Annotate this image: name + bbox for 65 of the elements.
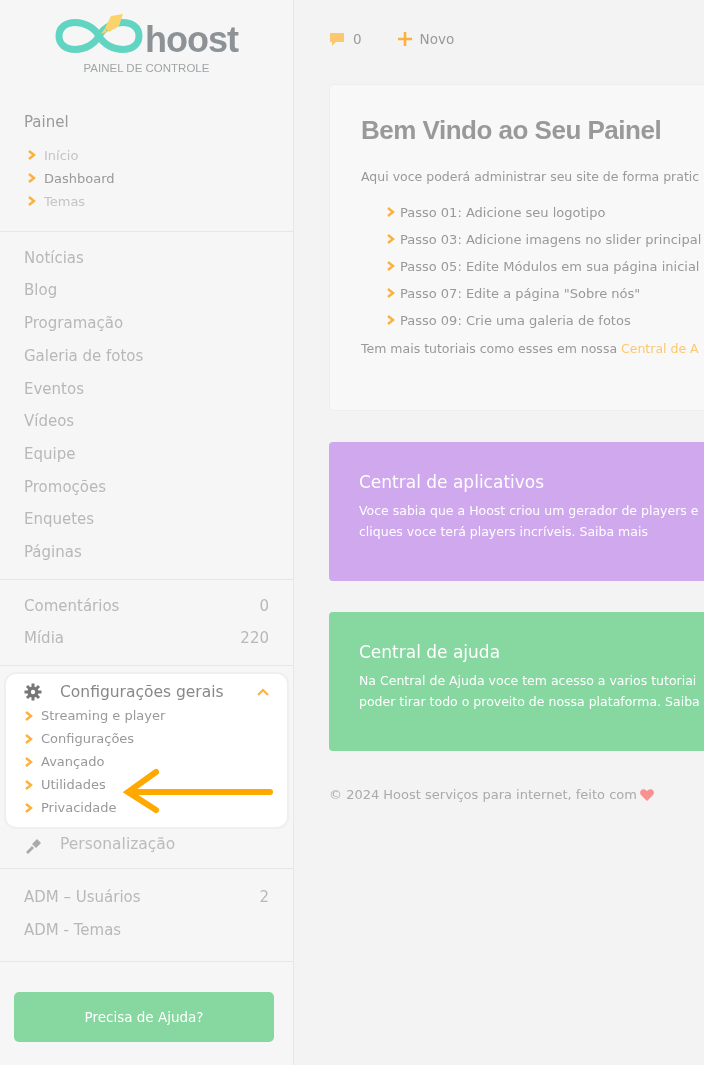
comment-count: 0 [353, 29, 362, 49]
chevron-icon [386, 315, 395, 326]
menu-item[interactable]: Equipe [24, 437, 76, 471]
chevron-icon [24, 710, 33, 721]
chevron-icon [27, 173, 36, 184]
tutorials-text: Tem mais tutoriais como esses em nossa Central de A [361, 339, 700, 358]
step-item[interactable]: Passo 03: Adicione imagens no slider principal [361, 225, 704, 253]
submenu-item[interactable]: Streaming e player [24, 704, 269, 728]
welcome-title: Bem Vindo ao Seu Painel [361, 115, 663, 147]
submenu-item[interactable]: Configurações [24, 727, 269, 751]
plus-icon [397, 32, 412, 46]
chevron-icon [386, 234, 395, 245]
menu-item[interactable]: Eventos [24, 372, 84, 406]
menu-item[interactable]: ADM - Temas [24, 914, 122, 947]
help-center-link[interactable]: Central de A [621, 340, 699, 356]
menu-item[interactable]: Vídeos [24, 405, 75, 438]
chevron-icon [24, 733, 33, 744]
chevron-icon [386, 207, 395, 218]
comment-icon [329, 31, 345, 47]
footer-text: © 2024 Hoost serviços para internet, feito com [329, 786, 637, 804]
menu-item[interactable]: Personalização [60, 833, 269, 857]
menu-item[interactable]: Promoções [24, 470, 107, 504]
card-text: Na Central de Ajuda voce tem acesso a varios tutoriai [359, 672, 698, 691]
card-title: Central de ajuda [359, 642, 502, 663]
menu-item[interactable]: ADM – Usuários [24, 881, 141, 915]
chevron-icon [24, 756, 33, 767]
chevron-icon [27, 196, 36, 207]
menu-item[interactable]: Blog [24, 274, 58, 308]
logo-wordmark: hoost [145, 22, 238, 58]
step-item[interactable]: Passo 09: Crie uma galeria de fotos [361, 306, 704, 334]
intro-text: Aqui voce poderá administrar seu site de forma pratic [361, 168, 701, 187]
submenu-item[interactable]: Privacidade [24, 796, 269, 820]
menu-item[interactable]: Galeria de fotos [24, 339, 144, 373]
chevron-icon [27, 150, 36, 161]
step-item[interactable]: Passo 05: Edite Módulos em sua página inicial [361, 252, 704, 280]
card-text: Voce sabia que a Hoost criou um gerador de players e [359, 502, 700, 521]
card-title: Central de aplicativos [359, 472, 546, 493]
menu-item[interactable]: Notícias [24, 241, 84, 275]
submenu-item[interactable]: Utilidades [24, 773, 269, 797]
menu-item[interactable]: Enquetes [24, 503, 95, 537]
card-text: poder tirar todo o proveito de nossa plataforma. Saiba [359, 693, 701, 712]
logo-subtitle: PAINEL DE CONTROLE [83, 61, 210, 76]
section-title: Painel [24, 112, 70, 134]
chevron-icon [24, 779, 33, 790]
submenu-item[interactable]: Avançado [24, 750, 269, 774]
menu-item[interactable]: Páginas [24, 536, 82, 569]
step-item[interactable]: Passo 07: Edite a página "Sobre nós" [361, 279, 704, 307]
count-label: 2 [259, 887, 269, 909]
chevron-icon [386, 288, 395, 299]
count-label: 220 [240, 628, 269, 650]
menu-item[interactable]: Mídia [24, 622, 64, 656]
card-text: cliques voce terá players incríveis. Saiba mais [359, 523, 649, 542]
settings-icon [24, 683, 42, 702]
menu-item[interactable]: Comentários [24, 589, 120, 623]
count-label: 0 [259, 595, 269, 617]
step-item[interactable]: Passo 01: Adicione seu logotipo [361, 198, 704, 226]
heart-icon [638, 787, 655, 803]
submenu-item[interactable]: Dashboard [24, 166, 269, 190]
chevron-icon [386, 261, 395, 272]
help-button[interactable]: Precisa de Ajuda? [14, 991, 274, 1042]
chevron-icon [24, 802, 33, 813]
menu-item[interactable]: Programação [24, 307, 124, 340]
new-button[interactable]: Novo [397, 28, 455, 50]
menu-item[interactable]: Configurações gerais [60, 680, 239, 705]
comments-link[interactable]: 0 [329, 28, 362, 50]
